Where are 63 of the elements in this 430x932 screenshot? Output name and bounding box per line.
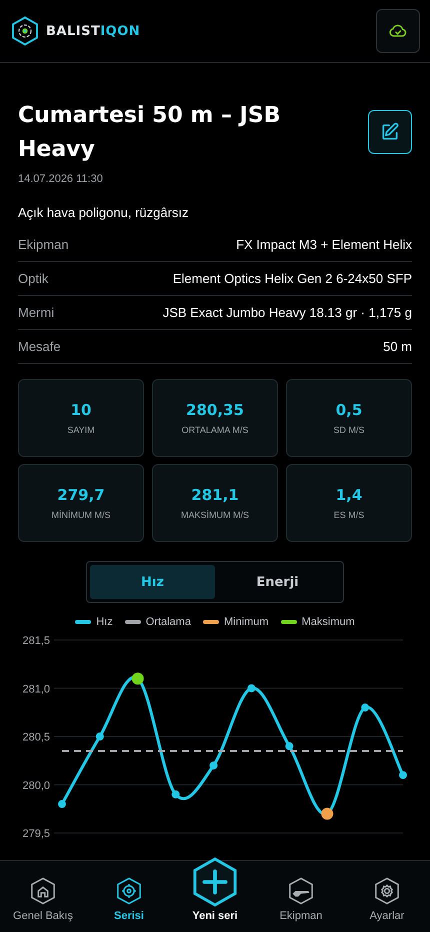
detail-value: FX Impact M3 + Element Helix [236,237,412,252]
segment-tab[interactable]: Enerji [215,565,340,599]
legend-label: Hız [96,616,113,628]
stat-label: ES M/S [334,510,364,520]
target-icon [116,877,142,905]
session-datetime: 14.07.2026 11:30 [18,173,104,185]
y-tick-label: 281,0 [22,683,50,696]
data-point [399,771,407,780]
data-point [361,704,370,712]
edit-button[interactable] [368,110,412,154]
stat-value: 279,7 [57,486,105,504]
detail-value: 50 m [383,339,412,354]
y-tick-label: 280,0 [22,780,50,792]
logo-icon [10,16,40,46]
stat-value: 281,1 [191,486,239,504]
data-point [210,761,218,770]
detail-value: JSB Exact Jumbo Heavy 18.13 gr · 1,175 g [162,305,412,320]
stat-value: 0,5 [336,401,362,419]
logo-text: BALISTIQON [46,24,140,38]
data-point [96,732,104,740]
data-point [285,742,294,750]
detail-label: Mermi [18,305,54,320]
stat-value: 280,35 [186,401,244,419]
segment-tab[interactable]: Hız [90,565,215,599]
nav-tab[interactable]: Yeni seri [175,857,255,922]
detail-label: Mesafe [18,339,61,354]
data-point [172,790,180,798]
y-tick-label: 281,5 [22,635,50,647]
plus-icon [192,857,238,907]
stat-label: SAYIM [67,425,95,435]
nav-tab[interactable]: Serisi [89,877,169,922]
detail-label: Ekipman [18,237,69,252]
y-tick-label: 279,5 [22,828,50,840]
home-icon [30,877,56,905]
data-point [321,808,334,820]
data-point [247,684,256,692]
nav-tab[interactable]: Ayarlar [347,877,427,922]
edit-icon [380,122,400,142]
rifle-icon [288,877,314,905]
legend-swatch-icon [202,620,219,624]
detail-label: Optik [18,271,48,286]
settings-icon [374,877,400,905]
nav-tab[interactable]: Genel Bakış [3,877,83,922]
session-title: Cumartesi 50 m – JSB Heavy [18,102,282,164]
cloud-sync-button[interactable] [376,9,420,53]
legend-swatch-icon [75,620,92,624]
legend-label: Maksimum [302,616,355,628]
stat-label: ORTALAMA M/S [182,425,248,435]
nav-tab[interactable]: Ekipman [261,877,341,922]
session-note: Açık hava poligonu, rüzgârsız [18,205,190,220]
legend-label: Minimum [224,616,269,628]
stat-label: SD M/S [333,425,364,435]
legend-label: Ortalama [146,616,191,628]
stat-value: 10 [70,401,92,419]
detail-value: Element Optics Helix Gen 2 6-24x50 SFP [172,271,412,286]
stat-label: MİNİMUM M/S [52,510,110,520]
data-point [132,672,144,685]
y-tick-label: 280,5 [22,732,50,744]
data-point [58,800,66,808]
legend-swatch-icon [124,620,141,624]
legend-swatch-icon [280,620,297,624]
stat-value: 1,4 [336,486,362,504]
stat-label: MAKSİMUM M/S [180,510,249,520]
